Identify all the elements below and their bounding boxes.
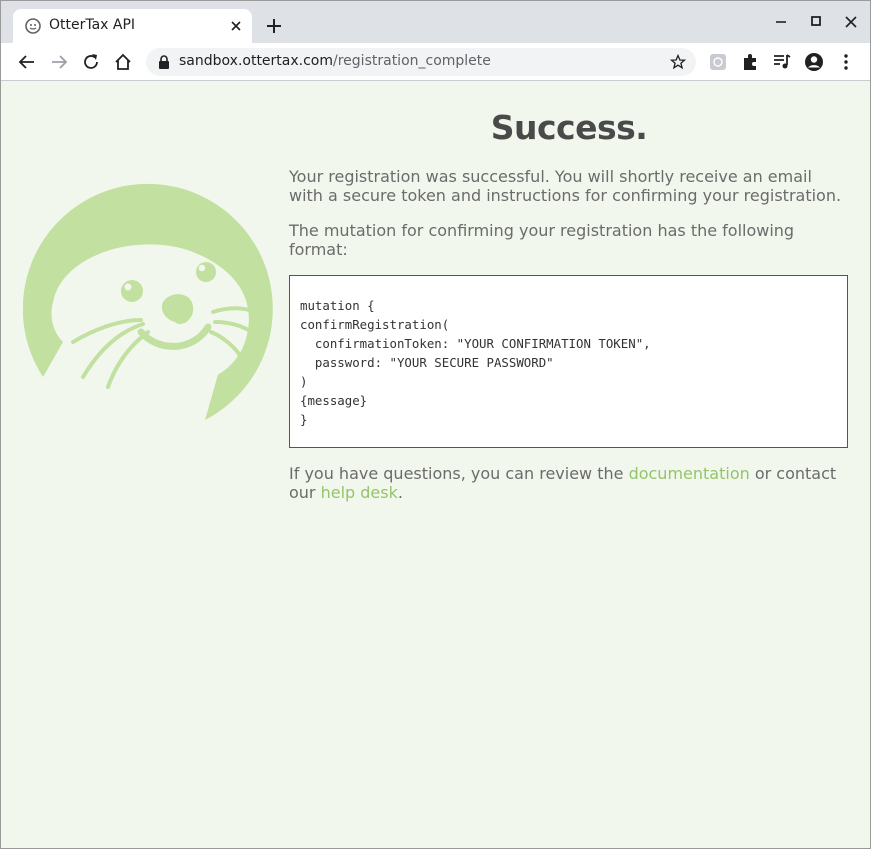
tab-strip: OtterTax API xyxy=(1,1,870,43)
window-close-icon[interactable] xyxy=(843,14,859,30)
url-path: /registration_complete xyxy=(333,53,491,69)
documentation-link[interactable]: documentation xyxy=(629,464,750,483)
help-desk-link[interactable]: help desk xyxy=(321,483,398,502)
format-text: The mutation for confirming your registr… xyxy=(289,221,795,259)
puzzle-icon[interactable] xyxy=(740,52,760,72)
maximize-icon[interactable] xyxy=(808,14,824,30)
lock-icon[interactable] xyxy=(158,55,170,69)
address-bar[interactable]: sandbox.ottertax.com/registration_comple… xyxy=(146,48,696,76)
close-icon[interactable] xyxy=(228,18,244,34)
url-text[interactable]: sandbox.ottertax.com/registration_comple… xyxy=(179,53,491,69)
page: Success. Your registration was successfu… xyxy=(1,82,870,848)
help-text: If you have questions, you can review th… xyxy=(289,464,849,502)
url-host: sandbox.ottertax.com xyxy=(179,53,334,69)
otter-favicon-icon xyxy=(25,18,41,34)
profile-icon[interactable] xyxy=(804,52,824,72)
extension-icon[interactable] xyxy=(708,52,728,72)
page-title: Success. xyxy=(490,108,648,147)
code-text: mutation { confirmRegistration( confirma… xyxy=(300,298,651,427)
code-block: mutation { confirmRegistration( confirma… xyxy=(289,275,848,448)
browser-window: OtterTax API sandbox.ottertax.com/regist… xyxy=(0,0,871,849)
home-icon[interactable] xyxy=(113,52,133,72)
media-icon[interactable] xyxy=(772,52,792,72)
star-icon[interactable] xyxy=(670,54,686,70)
menu-icon[interactable] xyxy=(836,52,856,72)
forward-icon[interactable] xyxy=(49,52,69,72)
tab-ottertax[interactable]: OtterTax API xyxy=(13,9,252,43)
tab-title: OtterTax API xyxy=(49,17,136,33)
otter-logo xyxy=(23,183,273,420)
help-text-before: If you have questions, you can review th… xyxy=(289,464,629,483)
plus-icon[interactable] xyxy=(265,17,283,35)
minimize-icon[interactable] xyxy=(773,14,789,30)
back-icon[interactable] xyxy=(17,52,37,72)
help-text-after: . xyxy=(397,483,403,502)
browser-toolbar: sandbox.ottertax.com/registration_comple… xyxy=(1,43,870,81)
reload-icon[interactable] xyxy=(81,52,101,72)
intro-text: Your registration was successful. You wi… xyxy=(289,167,842,205)
